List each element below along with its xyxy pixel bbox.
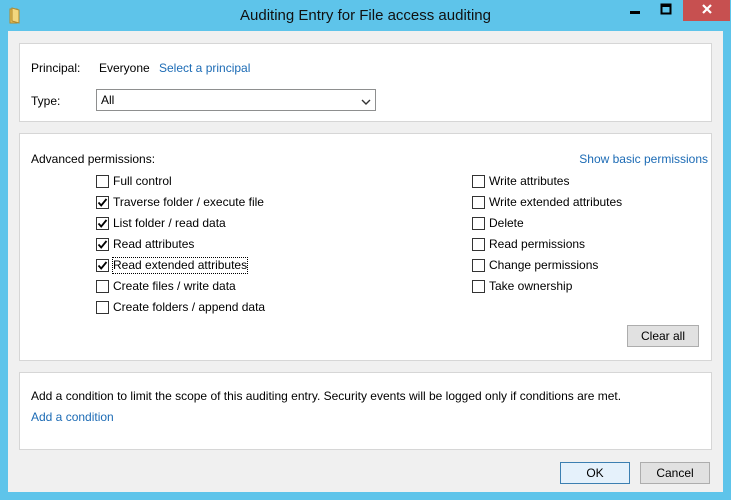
- permission-label: Delete: [489, 215, 524, 230]
- checkmark-icon: [97, 197, 108, 207]
- select-principal-link[interactable]: Select a principal: [159, 61, 250, 76]
- close-button[interactable]: [683, 0, 730, 21]
- advanced-permissions-heading: Advanced permissions:: [31, 152, 156, 166]
- permission-checkbox-row[interactable]: Traverse folder / execute file: [96, 194, 264, 210]
- principal-value: Everyone: [99, 61, 150, 75]
- dialog-window: Auditing Entry for File access auditing …: [0, 0, 731, 500]
- checkmark-icon: [97, 239, 108, 249]
- permission-label: Write attributes: [489, 173, 570, 188]
- permission-checkbox[interactable]: [96, 258, 109, 272]
- close-icon: [701, 3, 713, 18]
- permission-label: Write extended attributes: [489, 194, 623, 209]
- permissions-group: Advanced permissions: Show basic permiss…: [19, 133, 712, 361]
- permission-checkbox-row[interactable]: Read attributes: [96, 236, 194, 252]
- permission-checkbox-row[interactable]: Full control: [96, 173, 172, 189]
- permission-checkbox[interactable]: [472, 195, 485, 209]
- permission-checkbox-row[interactable]: Create files / write data: [96, 278, 236, 294]
- permission-label: Traverse folder / execute file: [113, 194, 264, 209]
- permission-label: Change permissions: [489, 257, 599, 272]
- permission-checkbox-row[interactable]: Create folders / append data: [96, 299, 265, 315]
- permission-checkbox-row[interactable]: Change permissions: [472, 257, 598, 273]
- permission-label: Full control: [113, 173, 172, 188]
- ok-button[interactable]: OK: [560, 462, 630, 484]
- permission-checkbox[interactable]: [96, 300, 109, 314]
- permission-checkbox-row[interactable]: List folder / read data: [96, 215, 226, 231]
- condition-description: Add a condition to limit the scope of th…: [31, 389, 622, 403]
- checkmark-icon: [97, 260, 108, 270]
- permission-checkbox[interactable]: [472, 258, 485, 272]
- title-bar[interactable]: Auditing Entry for File access auditing: [0, 0, 731, 32]
- permission-checkbox-row[interactable]: Write attributes: [472, 173, 569, 189]
- permission-checkbox[interactable]: [96, 279, 109, 293]
- maximize-button[interactable]: [650, 0, 682, 21]
- type-selected-value: All: [101, 93, 115, 107]
- minimize-button[interactable]: [619, 0, 651, 21]
- permission-label: List folder / read data: [113, 215, 226, 230]
- permission-label: Create folders / append data: [113, 299, 266, 314]
- permission-label: Read permissions: [489, 236, 586, 251]
- permission-label: Create files / write data: [113, 278, 236, 293]
- type-label: Type:: [31, 94, 61, 108]
- dialog-body: Principal: Everyone Select a principal T…: [8, 31, 723, 492]
- permission-label: Read extended attributes: [111, 256, 249, 274]
- add-condition-link[interactable]: Add a condition: [31, 410, 114, 425]
- principal-label: Principal:: [31, 61, 81, 75]
- type-dropdown[interactable]: All: [96, 89, 376, 111]
- permission-checkbox-row[interactable]: Take ownership: [472, 278, 572, 294]
- permission-checkbox-row[interactable]: Write extended attributes: [472, 194, 622, 210]
- permission-checkbox[interactable]: [96, 237, 109, 251]
- permission-label: Read attributes: [113, 236, 195, 251]
- permission-checkbox[interactable]: [472, 237, 485, 251]
- minimize-icon: [629, 4, 641, 18]
- permission-checkbox[interactable]: [96, 216, 109, 230]
- show-basic-permissions-link[interactable]: Show basic permissions: [579, 152, 708, 167]
- clear-all-button[interactable]: Clear all: [627, 325, 699, 347]
- chevron-down-icon: [361, 95, 371, 109]
- principal-group: Principal: Everyone Select a principal T…: [19, 43, 712, 122]
- permission-checkbox-row[interactable]: Read extended attributes: [96, 256, 249, 274]
- permission-checkbox-row[interactable]: Read permissions: [472, 236, 585, 252]
- permission-checkbox[interactable]: [96, 195, 109, 209]
- permission-checkbox[interactable]: [96, 174, 109, 188]
- cancel-button[interactable]: Cancel: [640, 462, 710, 484]
- checkmark-icon: [97, 218, 108, 228]
- condition-group: Add a condition to limit the scope of th…: [19, 372, 712, 450]
- permission-checkbox[interactable]: [472, 216, 485, 230]
- permission-label: Take ownership: [489, 278, 573, 293]
- permission-checkbox[interactable]: [472, 174, 485, 188]
- maximize-icon: [660, 3, 672, 18]
- permission-checkbox[interactable]: [472, 279, 485, 293]
- permission-checkbox-row[interactable]: Delete: [472, 215, 524, 231]
